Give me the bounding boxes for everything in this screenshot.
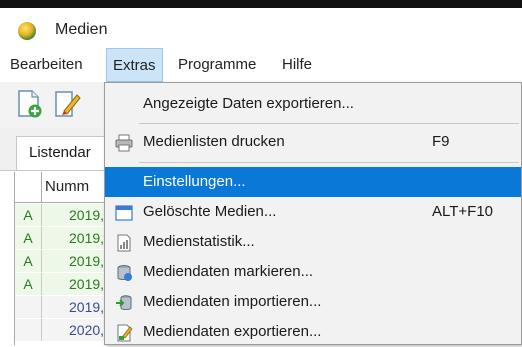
status-column-header[interactable] (15, 172, 42, 202)
menu-hilfe[interactable]: Hilfe (276, 48, 318, 82)
row-number: 2019, (69, 276, 105, 292)
row-status (15, 319, 42, 341)
menu-item-mediendaten-exportieren[interactable]: Mediendaten exportieren... (105, 317, 521, 347)
menu-item-mediendaten-importieren[interactable]: Mediendaten importieren... (105, 287, 521, 317)
menu-bearbeiten[interactable]: Bearbeiten (4, 48, 89, 82)
menu-item-label: Medienstatistik... (143, 233, 255, 250)
row-status (15, 296, 42, 318)
number-column-header[interactable]: Numm (45, 178, 89, 195)
menu-item-medienstatistik[interactable]: Medienstatistik... (105, 227, 521, 257)
statistics-icon (115, 234, 133, 252)
row-status: A (15, 204, 42, 226)
edit-pencil-icon[interactable] (52, 89, 82, 119)
extras-dropdown-menu: Angezeigte Daten exportieren... Medienli… (104, 82, 522, 345)
menu-item-shortcut: F9 (432, 133, 450, 150)
row-status: A (15, 273, 42, 295)
row-number: 2020, (69, 322, 105, 338)
menu-programme[interactable]: Programme (172, 48, 262, 82)
window-top-edge (0, 0, 522, 8)
menu-item-label: Einstellungen... (143, 173, 246, 190)
window-title: Medien (55, 21, 108, 38)
mark-data-icon (115, 264, 133, 282)
menu-item-label: Medienlisten drucken (143, 133, 285, 150)
row-status: A (15, 227, 42, 249)
menu-bar: Bearbeiten Extras Programme Hilfe (0, 48, 522, 82)
export-data-icon (115, 324, 133, 342)
menu-item-label: Angezeigte Daten exportieren... (143, 95, 354, 112)
menu-item-geloeschte-medien[interactable]: Gelöschte Medien... ALT+F10 (105, 197, 521, 227)
row-number: 2019, (69, 230, 105, 246)
menu-item-mediendaten-markieren[interactable]: Mediendaten markieren... (105, 257, 521, 287)
printer-icon (115, 134, 133, 152)
menu-item-label: Gelöschte Medien... (143, 203, 277, 220)
row-number: 2019, (69, 299, 105, 315)
menu-separator (139, 123, 519, 124)
new-document-icon[interactable] (14, 89, 44, 119)
title-bar: Medien (0, 8, 522, 48)
menu-item-angezeigte-daten-exportieren[interactable]: Angezeigte Daten exportieren... (105, 89, 521, 119)
window-icon (115, 204, 133, 222)
row-status: A (15, 250, 42, 272)
toolbar (0, 82, 118, 128)
menu-extras[interactable]: Extras (106, 48, 163, 82)
menu-item-einstellungen[interactable]: Einstellungen... (105, 167, 521, 197)
import-data-icon (115, 294, 133, 312)
menu-item-shortcut: ALT+F10 (432, 203, 494, 220)
row-number: 2019, (69, 253, 105, 269)
medien-app-icon (18, 22, 36, 40)
menu-item-label: Mediendaten markieren... (143, 263, 314, 280)
tab-listendarstellung[interactable]: Listendar (16, 136, 118, 170)
menu-separator (139, 162, 519, 163)
menu-item-medienlisten-drucken[interactable]: Medienlisten drucken F9 (105, 127, 521, 157)
menu-item-label: Mediendaten exportieren... (143, 323, 322, 340)
row-number: 2019, (69, 207, 105, 223)
menu-item-label: Mediendaten importieren... (143, 293, 322, 310)
tab-strip: Listendar (0, 128, 118, 171)
